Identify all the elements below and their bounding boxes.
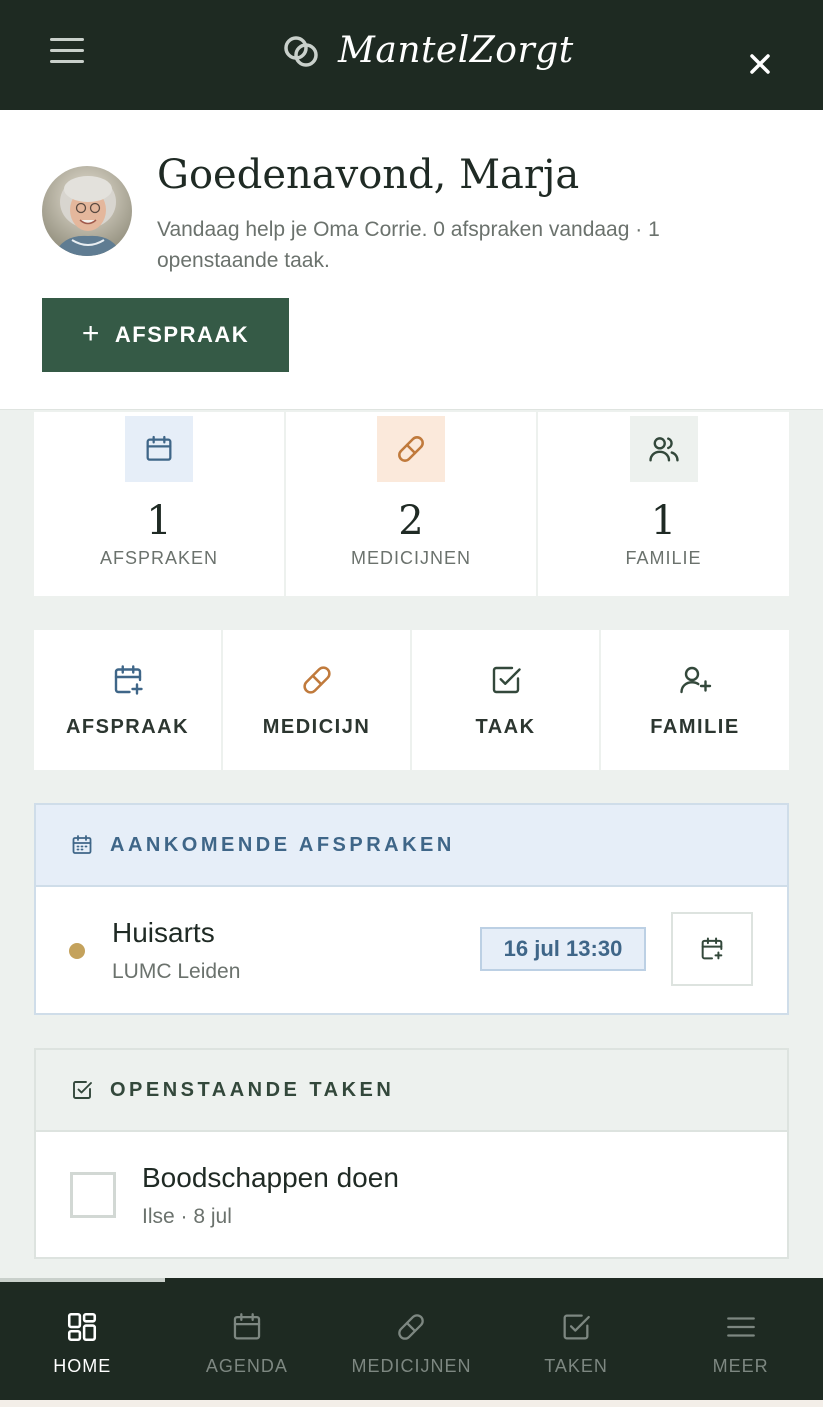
stat-label: FAMILIE: [625, 548, 702, 568]
quick-add-medication-button[interactable]: MEDICIJN: [223, 630, 410, 770]
nav-more[interactable]: MEER: [658, 1278, 823, 1400]
add-appointment-button[interactable]: + AFSPRAAK: [42, 298, 289, 372]
welcome-section: Goedenavond, Marja Vandaag help je Oma C…: [0, 110, 823, 410]
calendar-icon: [125, 416, 193, 482]
avatar: [42, 166, 132, 256]
task-title: Boodschappen doen: [142, 1162, 399, 1193]
close-button[interactable]: [744, 48, 776, 80]
nav-tasks[interactable]: TAKEN: [494, 1278, 659, 1400]
quick-action-label: AFSPRAAK: [65, 716, 190, 738]
stat-value: 2: [398, 498, 424, 544]
calendar-plus-icon: [701, 937, 723, 960]
nav-agenda[interactable]: AGENDA: [165, 1278, 330, 1400]
stat-label: MEDICIJNEN: [350, 548, 471, 568]
nav-label: MEER: [712, 1356, 769, 1376]
quick-add-family-button[interactable]: FAMILIE: [601, 630, 789, 770]
stat-family[interactable]: 1 FAMILIE: [538, 412, 789, 596]
status-dot: [69, 943, 85, 959]
avatar-image: [42, 166, 132, 256]
nav-label: AGENDA: [205, 1356, 288, 1376]
appointment-location: LUMC Leiden: [112, 960, 241, 983]
calendar-icon: [72, 835, 92, 854]
quick-action-label: FAMILIE: [650, 716, 740, 738]
nav-label: HOME: [53, 1356, 112, 1376]
checkbox-icon: [73, 1081, 92, 1099]
pill-icon: [398, 1314, 425, 1340]
close-icon: [750, 54, 770, 74]
nav-medications[interactable]: MEDICIJNEN: [329, 1278, 494, 1400]
quick-action-label: TAAK: [475, 716, 536, 738]
stat-medications[interactable]: 2 MEDICIJNEN: [286, 412, 536, 596]
users-icon: [629, 416, 698, 482]
pill-icon: [377, 416, 445, 482]
add-appointment-label: AFSPRAAK: [114, 322, 250, 347]
card-title: OPENSTAANDE TAKEN: [110, 1078, 395, 1101]
menu-button[interactable]: [50, 38, 86, 72]
task-row[interactable]: Boodschappen doen Ilse · 8 jul: [36, 1132, 787, 1257]
bottom-strip: [0, 1400, 823, 1407]
linked-circles-icon: [284, 35, 318, 67]
quick-actions: AFSPRAAK MEDICIJN TAAK FAMILIE: [34, 630, 789, 770]
task-meta: Ilse · 8 jul: [142, 1205, 232, 1228]
card-title: AANKOMENDE AFSPRAKEN: [110, 833, 455, 856]
calendar-icon: [233, 1313, 261, 1340]
add-to-calendar-button[interactable]: [671, 912, 753, 986]
grid-icon: [68, 1312, 97, 1342]
pill-icon: [302, 666, 331, 694]
upcoming-appointments-card: AANKOMENDE AFSPRAKEN Huisarts LUMC Leide…: [34, 803, 789, 1015]
task-checkbox[interactable]: [70, 1172, 116, 1218]
checkbox-icon: [492, 666, 521, 694]
appointment-title: Huisarts: [112, 917, 215, 948]
card-header: OPENSTAANDE TAKEN: [36, 1050, 787, 1132]
stat-value: 1: [650, 498, 677, 544]
user-plus-icon: [680, 666, 712, 694]
appointment-row[interactable]: Huisarts LUMC Leiden 16 jul 13:30: [36, 887, 787, 1013]
greeting-subtitle: Vandaag help je Oma Corrie. 0 afspraken …: [157, 218, 660, 272]
stats-row: 1 AFSPRAKEN 2 MEDICIJNEN 1 FAMILIE: [34, 412, 789, 596]
hamburger-icon: [726, 1317, 755, 1337]
card-header: AANKOMENDE AFSPRAKEN: [36, 805, 787, 887]
nav-home[interactable]: HOME: [0, 1278, 165, 1400]
calendar-plus-icon: [114, 665, 143, 695]
stat-value: 1: [146, 498, 172, 544]
plus-icon: +: [81, 316, 101, 350]
quick-add-task-button[interactable]: TAAK: [412, 630, 599, 770]
stat-label: AFSPRAKEN: [99, 548, 219, 568]
stat-appointments[interactable]: 1 AFSPRAKEN: [34, 412, 284, 596]
bottom-navigation: HOME AGENDA MEDICIJNEN TAKEN MEER: [0, 1278, 823, 1400]
quick-add-appointment-button[interactable]: AFSPRAAK: [34, 630, 221, 770]
app-name: MantelZorgt: [338, 30, 574, 71]
open-tasks-card: OPENSTAANDE TAKEN Boodschappen doen Ilse…: [34, 1048, 789, 1259]
nav-label: MEDICIJNEN: [351, 1356, 472, 1376]
top-bar: MantelZorgt: [0, 0, 823, 110]
greeting-title: Goedenavond, Marja: [157, 152, 580, 198]
hamburger-icon: [50, 38, 86, 63]
nav-label: TAKEN: [544, 1356, 608, 1376]
quick-action-label: MEDICIJN: [262, 716, 371, 738]
app-logo: MantelZorgt: [282, 30, 574, 71]
checkbox-icon: [563, 1314, 590, 1340]
appointment-date-badge: 16 jul 13:30: [480, 927, 646, 971]
